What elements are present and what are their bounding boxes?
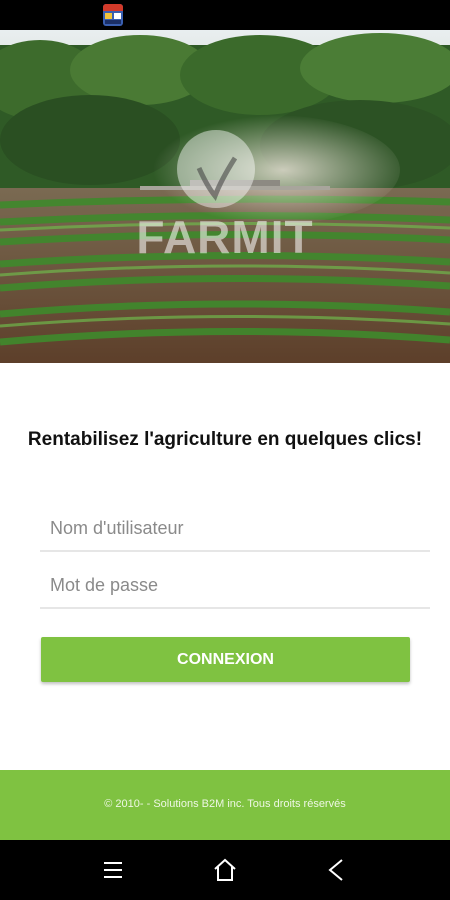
password-field[interactable] [40, 563, 430, 609]
login-button[interactable]: CONNEXION [41, 637, 410, 682]
farmit-logo-mark [177, 130, 255, 208]
recents-icon[interactable] [97, 854, 129, 886]
brand-logo-text: FARMIT [136, 211, 314, 263]
status-bar [0, 0, 450, 30]
app-notification-icon [103, 4, 123, 26]
navigation-bar [0, 840, 450, 900]
hero-banner: FARMIT [0, 30, 450, 363]
username-field[interactable] [40, 506, 430, 552]
tagline: Rentabilisez l'agriculture en quelques c… [27, 429, 423, 450]
copyright-text: © 2010- - Solutions B2M inc. Tous droits… [104, 798, 346, 810]
footer: © 2010- - Solutions B2M inc. Tous droits… [0, 770, 450, 840]
home-icon[interactable] [209, 854, 241, 886]
back-icon[interactable] [321, 854, 353, 886]
